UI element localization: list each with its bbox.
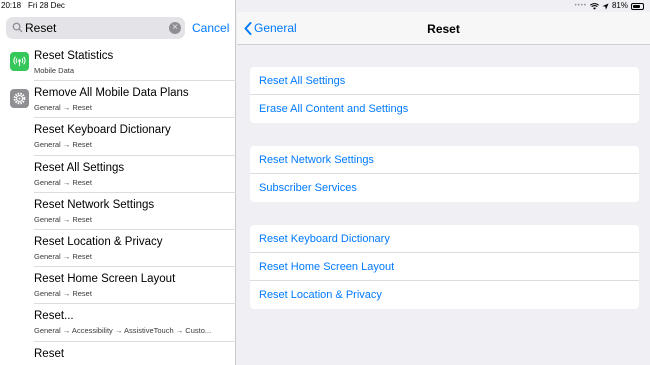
result-row-reset[interactable]: ResetGeneral bbox=[34, 342, 236, 365]
result-subtitle: General → Reset bbox=[34, 140, 92, 150]
settings-gear-icon bbox=[10, 89, 29, 109]
result-row-reset-location-privacy[interactable]: Reset Location & Privacy General → Reset bbox=[34, 230, 236, 268]
result-subtitle: General → Accessibility → AssistiveTouch… bbox=[34, 326, 212, 336]
erase-all-content-and-settings-button[interactable]: Erase All Content and Settings bbox=[250, 95, 639, 123]
result-row-reset[interactable]: Reset... General → Accessibility → Assist… bbox=[34, 304, 236, 342]
result-row-reset-all-settings[interactable]: Reset All Settings General → Reset bbox=[34, 156, 236, 193]
result-row-remove-all-mobile-data-plans[interactable]: Remove All Mobile Data Plans General → Re… bbox=[10, 81, 236, 119]
result-row-reset-statistics[interactable]: Reset Statistics Mobile Data bbox=[10, 44, 236, 82]
signal-dots-icon: •••• bbox=[574, 3, 587, 9]
result-title: Reset Keyboard Dictionary bbox=[34, 124, 171, 137]
status-time: 20:18 bbox=[1, 1, 22, 10]
result-subtitle: General → Reset bbox=[34, 251, 92, 261]
result-title: Reset Statistics bbox=[34, 50, 114, 62]
result-row-reset-network-settings[interactable]: Reset Network Settings General → Reset bbox=[34, 193, 236, 230]
results-list: Reset Statistics Mobile Data Remove All Mo… bbox=[0, 44, 236, 365]
result-title: Reset Home Screen Layout bbox=[34, 273, 176, 286]
battery-percent: 81% bbox=[611, 1, 628, 10]
status-right: •••• 81% bbox=[575, 0, 644, 12]
reset-keyboard-dictionary-button[interactable]: Reset Keyboard Dictionary bbox=[250, 225, 639, 253]
status-bar: 20:18 Fri 28 Dec •••• 81% bbox=[0, 0, 650, 12]
battery-icon bbox=[631, 2, 644, 10]
result-title: Reset... bbox=[34, 310, 74, 323]
search-bar: × bbox=[6, 17, 185, 39]
result-subtitle: General → Reset bbox=[34, 214, 92, 224]
reset-location-privacy-button[interactable]: Reset Location & Privacy bbox=[250, 281, 639, 309]
reset-all-settings-button[interactable]: Reset All Settings bbox=[250, 67, 639, 95]
clear-search-icon[interactable]: × bbox=[169, 22, 181, 34]
search-results-pane: × Cancel Reset Statistics Mobile Data Remo… bbox=[0, 0, 236, 365]
nav-bar: General Reset bbox=[237, 12, 650, 45]
result-row-reset-home-screen-layout[interactable]: Reset Home Screen Layout General → Reset bbox=[34, 267, 236, 305]
cancel-button[interactable]: Cancel bbox=[192, 21, 229, 35]
page-title: Reset bbox=[427, 22, 460, 36]
wifi-icon bbox=[590, 2, 599, 10]
reset-network-settings-button[interactable]: Reset Network Settings bbox=[250, 146, 639, 174]
result-title: Remove All Mobile Data Plans bbox=[34, 87, 189, 100]
result-title: Reset Network Settings bbox=[34, 198, 155, 211]
reset-group-1: Reset All Settings Erase All Content and … bbox=[250, 67, 639, 123]
reset-group-2: Reset Network Settings Subscriber Service… bbox=[250, 146, 639, 202]
reset-group-3: Reset Keyboard Dictionary Reset Home Scre… bbox=[250, 225, 639, 309]
result-title: Reset Location & Privacy bbox=[34, 235, 163, 248]
result-subtitle: Mobile Data bbox=[34, 66, 75, 75]
location-arrow-icon bbox=[602, 2, 609, 10]
result-title: Reset All Settings bbox=[34, 161, 125, 174]
subscriber-services-button[interactable]: Subscriber Services bbox=[250, 174, 639, 202]
result-row-reset-keyboard-dictionary[interactable]: Reset Keyboard Dictionary General → Reset bbox=[34, 118, 236, 156]
battery-fill bbox=[633, 4, 641, 8]
result-subtitle: General → Reset bbox=[34, 289, 92, 299]
search-input[interactable] bbox=[25, 19, 165, 37]
result-title: Reset bbox=[34, 347, 65, 360]
result-subtitle: General → Reset bbox=[34, 177, 92, 187]
search-icon bbox=[12, 22, 23, 33]
mobile-data-icon bbox=[10, 52, 29, 71]
status-date: Fri 28 Dec bbox=[28, 1, 65, 10]
result-subtitle: General → Reset bbox=[34, 103, 92, 113]
reset-home-screen-layout-button[interactable]: Reset Home Screen Layout bbox=[250, 253, 639, 281]
